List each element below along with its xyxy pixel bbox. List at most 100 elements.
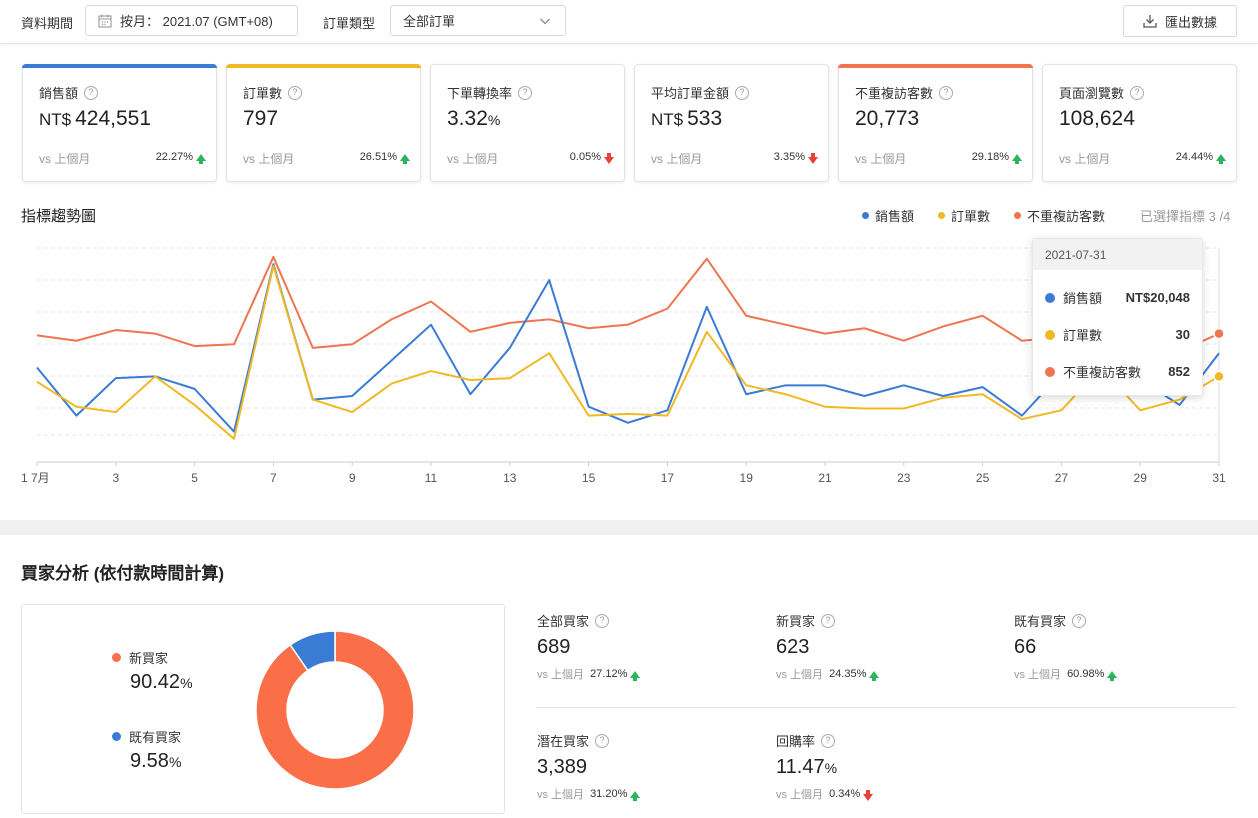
series-point[interactable] [1213,370,1225,383]
stat-change: 60.98% [1067,668,1118,681]
card-title-wrap: 平均訂單金額? [651,83,750,102]
buyer-analysis-title: 買家分析 (依付款時間計算) [21,564,225,583]
card-title: 平均訂單金額 [651,86,730,101]
help-icon[interactable]: ? [1130,85,1145,100]
x-tick-label: 7 [270,471,277,485]
x-tick-label: 11 [425,471,438,485]
help-icon[interactable]: ? [595,733,610,748]
stat-title: 新買家 [776,614,816,629]
tooltip-date: 2021-07-31 [1033,239,1202,270]
donut-legend-new: 新買家 [112,648,168,667]
donut-pct-existing: 9.58% [130,750,181,773]
x-tick-label: 5 [191,471,198,485]
x-tick-label: 23 [897,471,911,485]
trend-title: 指標趨勢圖 [21,208,97,225]
stat-change-pct: 27.12% [590,668,628,680]
donut-pct-new: 90.42% [130,671,193,694]
card-change: 3.35% [774,151,818,164]
card-title: 訂單數 [243,86,283,101]
tooltip-value: 30 [1175,327,1190,342]
stat-value: 11.47 [776,756,825,778]
arrow-up-icon [196,153,206,164]
card-change: 0.05% [570,151,614,164]
x-tick-label: 15 [582,471,596,485]
stat-value: 66 [1014,636,1037,658]
x-tick-label: 9 [349,471,356,485]
card-vs: vs 上個月 [855,152,907,166]
metric-card-visitors[interactable]: 不重複訪客數? 20,773 vs 上個月 29.18% [838,64,1033,182]
metric-card-avg-order[interactable]: 平均訂單金額? NT$ 533 vs 上個月 3.35% [634,64,829,182]
arrow-up-icon [630,670,641,681]
card-value-wrap: 108,624 [1059,107,1135,131]
legend-dot [938,212,945,219]
card-prefix: NT$ [651,110,684,129]
help-icon[interactable]: ? [821,733,836,748]
help-icon[interactable]: ? [821,613,836,628]
legend-dot [1014,212,1021,219]
card-vs: vs 上個月 [447,152,499,166]
arrow-up-icon [1107,670,1118,681]
order-type-label: 訂單類型 [323,16,376,31]
stat-vs: vs 上個月 [1014,669,1062,681]
stat-change-pct: 0.34% [829,788,861,800]
metric-card-orders[interactable]: 訂單數? 797 vs 上個月 26.51% [226,64,421,182]
period-picker[interactable]: 按月： 2021.07 (GMT+08) [85,5,298,36]
help-icon[interactable]: ? [939,85,954,100]
stat-foot: vs 上個月 0.34% [776,786,996,802]
card-value: 108,624 [1059,107,1135,130]
tooltip-label: 銷售額 [1063,291,1103,306]
card-change: 22.27% [156,151,206,164]
stat-foot: vs 上個月 24.35% [776,666,996,682]
card-title: 頁面瀏覽數 [1059,86,1125,101]
order-type-select[interactable]: 全部訂單 [390,5,566,36]
stat-change: 24.35% [829,668,880,681]
help-icon[interactable]: ? [1072,613,1087,628]
help-icon[interactable]: ? [84,85,99,100]
card-title-wrap: 不重複訪客數? [855,83,954,102]
card-change-pct: 24.44% [1175,151,1213,163]
card-change-pct: 26.51% [359,151,397,163]
legend-item-sales[interactable]: 銷售額 [862,206,914,225]
tooltip-dot [1045,329,1055,340]
help-icon[interactable]: ? [288,85,303,100]
legend-item-visitors[interactable]: 不重複訪客數 [1014,206,1105,225]
stat-suffix: % [824,760,838,776]
tooltip-row-sales: 銷售額 NT$20,048 [1045,288,1190,307]
card-prefix: NT$ [39,110,72,129]
metric-card-sales[interactable]: 銷售額? NT$ 424,551 vs 上個月 22.27% [22,64,217,182]
export-button[interactable]: 匯出數據 [1123,5,1237,37]
x-tick-label: 27 [1055,471,1069,485]
card-value-wrap: 3.32% [447,107,500,131]
help-icon[interactable]: ? [518,85,533,100]
legend-dot [112,653,121,662]
pct-suffix: % [180,675,193,691]
selected-metrics-count[interactable]: 已選擇指標 3 /4 [1140,206,1230,225]
metric-card-pageviews[interactable]: 頁面瀏覽數? 108,624 vs 上個月 24.44% [1042,64,1237,182]
card-accent-bar [226,64,421,68]
card-change: 26.51% [359,151,410,164]
stat-title: 既有買家 [1014,614,1067,629]
buyer-donut-chart[interactable] [255,630,415,790]
x-tick-label: 1 7月 [21,471,50,485]
card-value: 20,773 [855,107,920,130]
tooltip-row-visitors: 不重複訪客數 852 [1045,362,1190,381]
legend-item-orders[interactable]: 訂單數 [938,206,990,225]
card-accent-bar [22,64,217,68]
donut-legend-existing: 既有買家 [112,727,181,746]
metric-card-conversion[interactable]: 下單轉換率? 3.32% vs 上個月 0.05% [430,64,625,182]
series-point[interactable] [1213,327,1225,340]
stat-title: 回購率 [776,734,816,749]
stat-foot: vs 上個月 60.98% [1014,666,1234,682]
help-icon[interactable]: ? [595,613,610,628]
card-value: 533 [687,107,723,130]
card-value: 424,551 [75,107,152,130]
card-value-wrap: 797 [243,107,278,131]
card-title-wrap: 訂單數? [243,83,303,102]
card-vs: vs 上個月 [651,152,703,166]
x-tick-label: 17 [661,471,675,485]
help-icon[interactable]: ? [735,85,750,100]
legend-label: 既有買家 [129,730,182,745]
section-divider [0,520,1258,535]
stat-change-pct: 60.98% [1067,668,1105,680]
legend-label: 新買家 [129,651,169,666]
